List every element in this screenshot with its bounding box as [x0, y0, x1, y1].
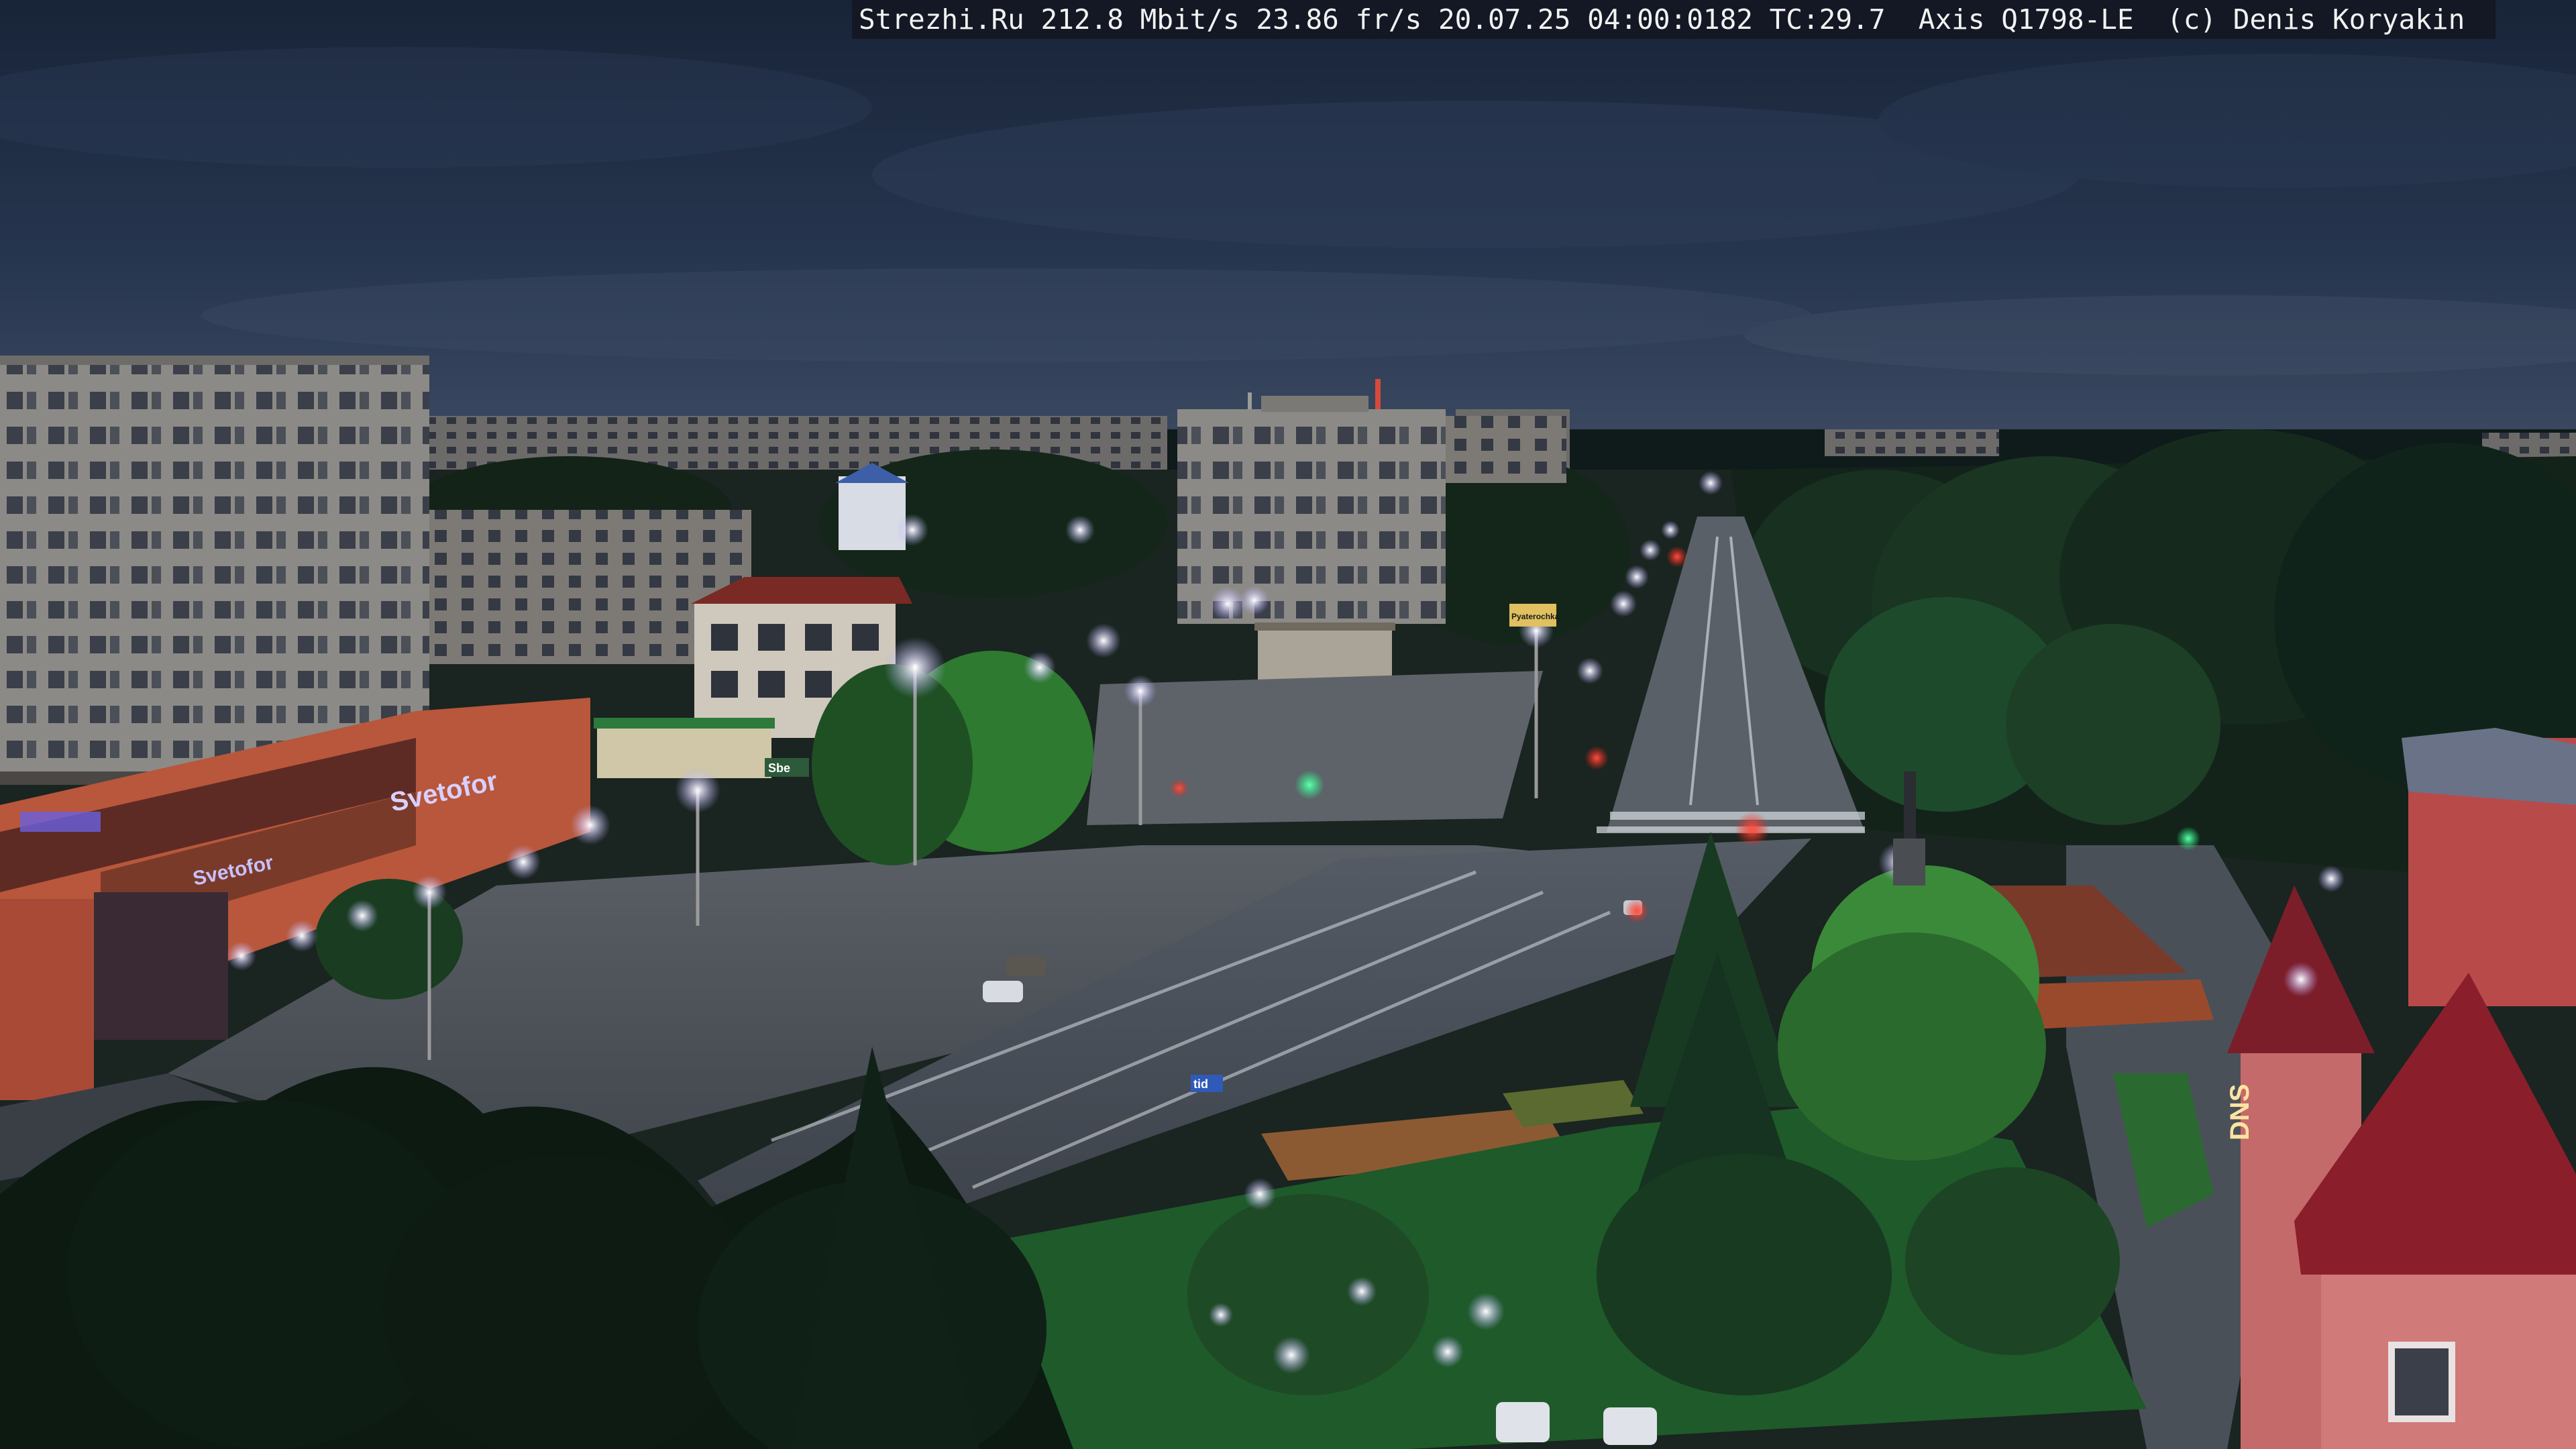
- lane-sign: tid: [1193, 1077, 1208, 1091]
- camera-info-overlay: Strezhi.Ru 212.8 Mbit/s 23.86 fr/s 20.07…: [852, 0, 2496, 39]
- apartment-block-left: [0, 356, 429, 785]
- billboard-sign: Pyaterochka: [1511, 612, 1560, 621]
- kiosk: [597, 724, 771, 778]
- webcam-scene: Svetofor Svetofor DNS tid Sbe Pyaterochk…: [0, 0, 2576, 1449]
- corner-sign: DNS: [2225, 1084, 2255, 1140]
- pavilion: [1258, 627, 1392, 681]
- bus-sign: Sbe: [768, 761, 790, 775]
